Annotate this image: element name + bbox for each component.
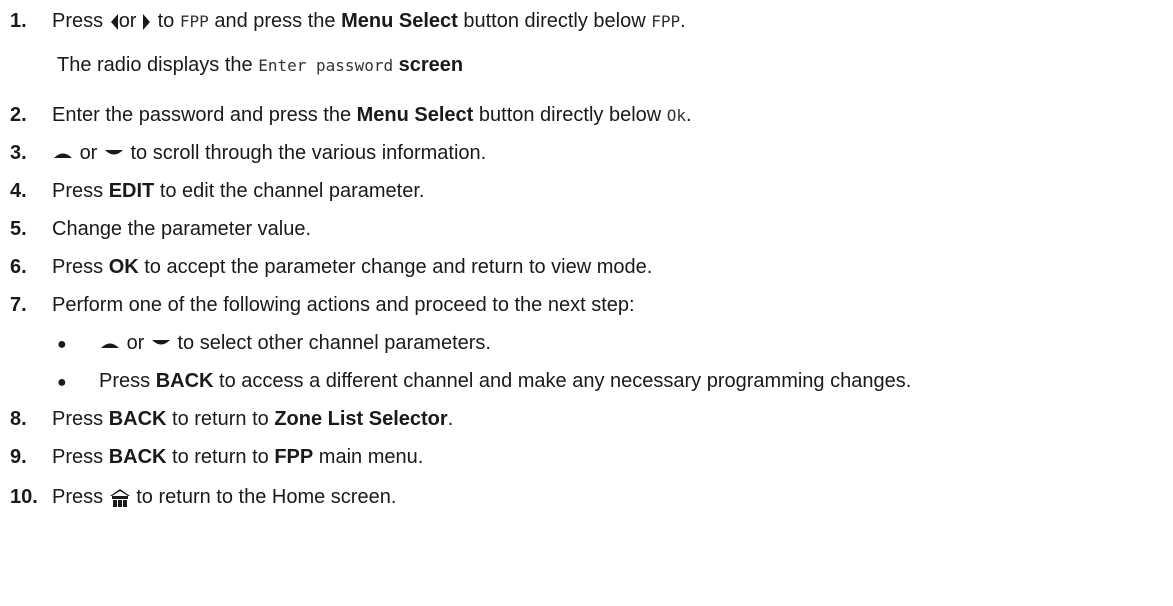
step-text: button directly below bbox=[478, 104, 662, 126]
step-3: 3. or to scroll through the various info… bbox=[0, 140, 486, 166]
bullet-dot: ● bbox=[57, 374, 67, 391]
step-7-bullet-2: ● Press BACK to access a different chann… bbox=[57, 368, 911, 396]
step-text: Change the parameter value. bbox=[52, 218, 312, 240]
step-text: main menu. bbox=[318, 446, 424, 468]
step-1-result: The radio displays the Enter password sc… bbox=[57, 52, 463, 79]
step-text: Press bbox=[52, 256, 104, 278]
back-label: BACK bbox=[108, 446, 167, 468]
edit-label: EDIT bbox=[108, 180, 155, 202]
step-10: 10. Press to return to the Home screen. bbox=[0, 484, 396, 510]
step-number: 8. bbox=[10, 408, 27, 430]
step-1: 1. Press or to FPP and press the Menu Se… bbox=[0, 8, 686, 35]
step-number: 9. bbox=[10, 446, 27, 468]
arrow-up-icon bbox=[101, 343, 119, 348]
menu-select-label: Menu Select bbox=[341, 10, 458, 32]
step-text: to accept the parameter change and retur… bbox=[144, 256, 653, 278]
step-number: 1. bbox=[10, 10, 27, 32]
step-text: Press bbox=[52, 486, 104, 508]
step-text: Press bbox=[52, 180, 104, 202]
step-7: 7. Perform one of the following actions … bbox=[0, 292, 635, 318]
arrow-down-icon bbox=[151, 339, 170, 345]
result-text: screen bbox=[398, 54, 464, 76]
step-text: to edit the channel parameter. bbox=[159, 180, 425, 202]
step-7-bullet-1: ● or to select other channel parameters. bbox=[57, 330, 491, 358]
arrow-right-icon bbox=[143, 13, 151, 30]
step-text: or bbox=[118, 10, 137, 32]
step-2: 2. Enter the password and press the Menu… bbox=[0, 102, 692, 129]
step-text: to scroll through the various informatio… bbox=[130, 142, 487, 164]
instruction-document: 1. Press or to FPP and press the Menu Se… bbox=[0, 0, 1173, 606]
step-text: Press bbox=[52, 408, 104, 430]
fpp-label: FPP bbox=[274, 446, 314, 468]
back-label: BACK bbox=[108, 408, 167, 430]
result-text: The radio displays the bbox=[57, 54, 253, 76]
screen-name: Enter password bbox=[258, 56, 394, 75]
ok-label: Ok bbox=[666, 106, 687, 125]
bullet-text: to access a different channel and make a… bbox=[219, 370, 912, 392]
step-number: 3. bbox=[10, 142, 27, 164]
bullet-text: Press bbox=[99, 370, 151, 392]
step-number: 5. bbox=[10, 218, 27, 240]
step-6: 6. Press OK to accept the parameter chan… bbox=[0, 254, 652, 280]
step-8: 8. Press BACK to return to Zone List Sel… bbox=[0, 406, 453, 432]
step-text: Perform one of the following actions and… bbox=[52, 294, 635, 316]
step-number: 6. bbox=[10, 256, 27, 278]
step-text: to return to bbox=[172, 446, 269, 468]
step-text: to return to bbox=[172, 408, 269, 430]
step-text: to return to the Home screen. bbox=[136, 486, 397, 508]
step-text: or bbox=[79, 142, 98, 164]
step-5: 5. Change the parameter value. bbox=[0, 216, 311, 242]
zone-list-selector-label: Zone List Selector bbox=[274, 408, 448, 430]
step-number: 10. bbox=[10, 486, 38, 508]
step-text: to bbox=[157, 10, 175, 32]
step-4: 4. Press EDIT to edit the channel parame… bbox=[0, 178, 424, 204]
arrow-up-icon bbox=[54, 153, 72, 158]
step-text: Press bbox=[52, 10, 104, 32]
step-text: button directly below bbox=[463, 10, 646, 32]
back-label: BACK bbox=[155, 370, 214, 392]
period: . bbox=[680, 10, 686, 32]
bullet-text: or bbox=[126, 332, 145, 354]
bullet-dot: ● bbox=[57, 336, 67, 353]
bullet-text: to select other channel parameters. bbox=[177, 332, 491, 354]
fpp-label: FPP bbox=[651, 12, 681, 31]
step-9: 9. Press BACK to return to FPP main menu… bbox=[0, 444, 423, 470]
period: . bbox=[686, 104, 692, 126]
home-icon bbox=[109, 488, 130, 507]
menu-select-label: Menu Select bbox=[356, 104, 474, 126]
step-text: Press bbox=[52, 446, 104, 468]
arrow-down-icon bbox=[104, 149, 123, 155]
ok-button-label: OK bbox=[108, 256, 139, 278]
step-text: and press the bbox=[214, 10, 336, 32]
step-number: 4. bbox=[10, 180, 27, 202]
period: . bbox=[447, 408, 454, 430]
step-number: 7. bbox=[10, 294, 27, 316]
step-number: 2. bbox=[10, 104, 27, 126]
fpp-label: FPP bbox=[179, 12, 209, 31]
arrow-left-icon bbox=[110, 13, 118, 30]
step-text: Enter the password and press the bbox=[52, 104, 352, 126]
